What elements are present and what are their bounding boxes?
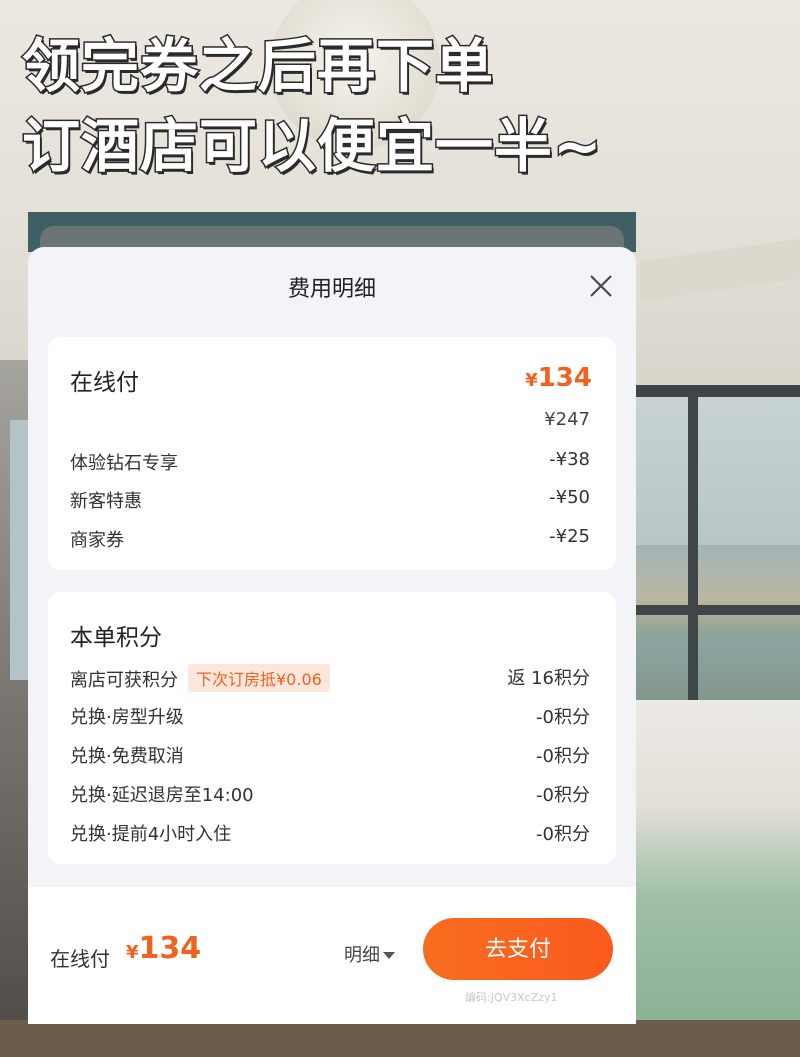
discount-row: 体验钻石专享 -¥38 — [70, 449, 590, 474]
points-earn-value: 返 16积分 — [507, 668, 590, 689]
headline-line-1: 领完券之后再下单 — [21, 31, 495, 102]
base-price-row: ¥247 — [70, 409, 590, 435]
base-price: ¥247 — [544, 409, 590, 430]
discount-row: 商家券 -¥25 — [70, 526, 590, 551]
points-exchange-row: 兑换·提前4小时入住 -0积分 — [70, 824, 590, 845]
detail-toggle[interactable]: 明细 — [344, 941, 395, 967]
fee-detail-sheet: 费用明细 在线付 ¥134 ¥247 体验钻石专享 -¥38 新客特惠 -¥50… — [28, 247, 636, 1024]
bottom-pay-bar: 在线付 ¥134 明细 去支付 编码:JQV3XcZzy1 — [28, 887, 636, 1024]
online-pay-card: 在线付 ¥134 ¥247 体验钻石专享 -¥38 新客特惠 -¥50 商家券 … — [48, 337, 616, 570]
order-code: 编码:JQV3XcZzy1 — [465, 991, 558, 1004]
online-pay-title: 在线付 — [70, 370, 139, 396]
headline-line-2: 订酒店可以便宜一半~ — [21, 111, 604, 182]
points-title: 本单积分 — [70, 625, 162, 651]
points-earn-label: 离店可获积分 — [70, 670, 178, 691]
bottom-total-price: ¥134 — [126, 931, 202, 966]
sheet-header: 费用明细 — [28, 247, 636, 325]
sea-view-window — [636, 385, 800, 735]
points-card: 本单积分 离店可获积分 下次订房抵¥0.06 返 16积分 兑换·房型升级 -0积… — [48, 592, 616, 864]
bed — [636, 700, 800, 1057]
online-pay-total: ¥134 — [525, 363, 592, 393]
points-earn-row: 离店可获积分 下次订房抵¥0.06 返 16积分 — [70, 664, 590, 692]
points-value-tag: 下次订房抵¥0.06 — [188, 664, 330, 692]
bottom-pay-label: 在线付 — [50, 947, 110, 971]
close-icon[interactable] — [586, 271, 616, 301]
pay-button[interactable]: 去支付 — [423, 918, 613, 980]
headline-overlay: 领完券之后再下单 订酒店可以便宜一半~ — [21, 26, 604, 186]
chevron-down-icon — [383, 952, 395, 959]
points-exchange-row: 兑换·免费取消 -0积分 — [70, 746, 590, 767]
discount-row: 新客特惠 -¥50 — [70, 487, 590, 512]
sheet-title: 费用明细 — [287, 277, 376, 302]
points-exchange-row: 兑换·延迟退房至14:00 -0积分 — [70, 785, 590, 806]
points-exchange-row: 兑换·房型升级 -0积分 — [70, 707, 590, 728]
